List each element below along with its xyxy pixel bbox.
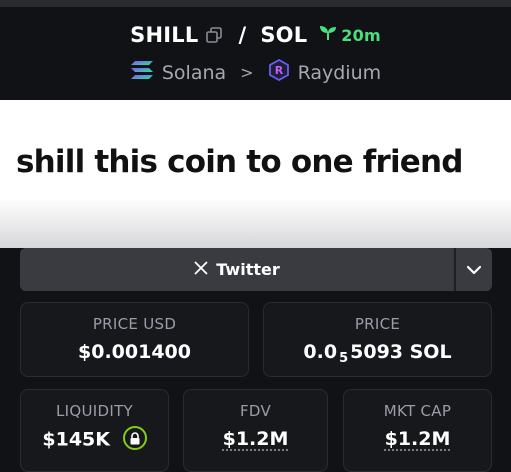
mktcap-card: MKT CAP $1.2M bbox=[343, 389, 492, 472]
expand-socials-button[interactable] bbox=[456, 248, 492, 291]
chain-breadcrumb: Solana > R Raydium bbox=[0, 58, 511, 86]
price-prefix: 0.0 bbox=[303, 341, 338, 363]
mktcap-value[interactable]: $1.2M bbox=[344, 428, 491, 450]
quote-symbol: SOL bbox=[260, 23, 308, 47]
top-border bbox=[0, 0, 511, 7]
price-native-card: PRICE 0.0 5 5093 SOL bbox=[263, 302, 492, 377]
liquidity-card: LIQUIDITY $145K bbox=[20, 389, 169, 472]
x-icon bbox=[194, 260, 208, 279]
token-banner: shill this coin to one friend bbox=[0, 100, 511, 248]
twitter-button[interactable]: Twitter bbox=[20, 248, 454, 291]
banner-text: shill this coin to one friend bbox=[16, 144, 464, 180]
price-zero-count: 5 bbox=[339, 351, 349, 366]
base-symbol: SHILL bbox=[130, 23, 199, 47]
breadcrumb-chevron-icon: > bbox=[240, 63, 254, 82]
sprout-icon bbox=[319, 25, 337, 45]
mktcap-label: MKT CAP bbox=[383, 402, 452, 420]
svg-text:R: R bbox=[274, 64, 283, 77]
banner-fade bbox=[0, 198, 511, 248]
fdv-card: FDV $1.2M bbox=[183, 389, 328, 472]
price-native-value: 0.0 5 5093 SOL bbox=[264, 341, 491, 366]
price-native-label: PRICE bbox=[354, 315, 401, 333]
pair-separator: / bbox=[238, 23, 247, 47]
solana-icon bbox=[130, 60, 154, 85]
liquidity-label: LIQUIDITY bbox=[56, 402, 133, 420]
age-value: 20m bbox=[341, 25, 381, 45]
copy-icon[interactable] bbox=[206, 26, 224, 44]
raydium-icon: R bbox=[268, 58, 290, 86]
fdv-label: FDV bbox=[239, 402, 272, 420]
chevron-down-icon bbox=[466, 260, 482, 279]
dex-name[interactable]: Raydium bbox=[298, 62, 382, 84]
pair-age: 20m bbox=[319, 25, 381, 45]
chain-name[interactable]: Solana bbox=[162, 62, 226, 84]
price-suffix: 5093 SOL bbox=[350, 341, 452, 363]
pair-title: SHILL / SOL 20m bbox=[0, 23, 511, 47]
twitter-label: Twitter bbox=[216, 260, 280, 279]
price-usd-value: $0.001400 bbox=[78, 341, 191, 363]
liquidity-value: $145K bbox=[42, 428, 110, 451]
pair-header: SHILL / SOL 20m Solana > R Raydium bbox=[0, 7, 511, 100]
social-links-bar: Twitter bbox=[20, 248, 492, 291]
price-usd-card: PRICE USD $0.001400 bbox=[20, 302, 249, 377]
fdv-value[interactable]: $1.2M bbox=[184, 428, 327, 450]
liquidity-value-row: $145K bbox=[21, 426, 168, 452]
lock-icon[interactable] bbox=[122, 426, 147, 450]
price-usd-label: PRICE USD bbox=[92, 315, 177, 333]
